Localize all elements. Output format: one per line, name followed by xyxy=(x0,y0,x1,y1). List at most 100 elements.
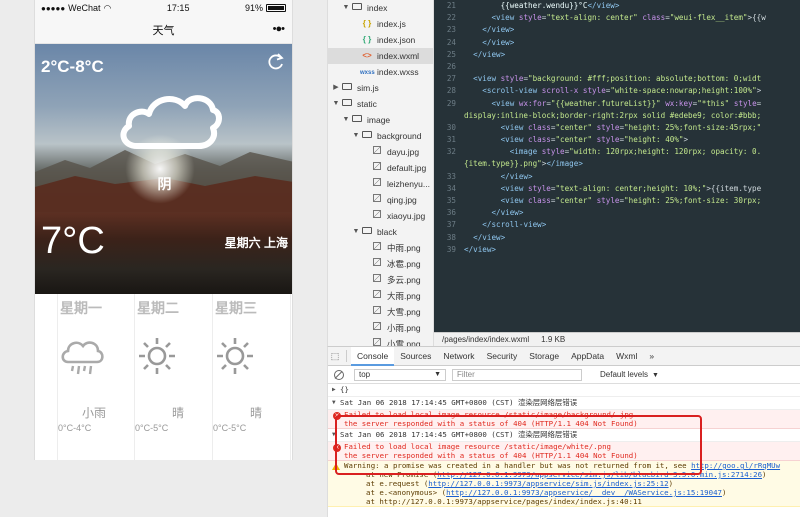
code-line: 37 </scroll-view> xyxy=(434,219,800,231)
file-tree-item[interactable]: qing.jpg xyxy=(328,192,433,208)
folder-icon xyxy=(340,80,354,96)
file-tree-item[interactable]: 小雨.png xyxy=(328,320,433,336)
line-number: 21 xyxy=(446,1,456,10)
code-text: <view class="center" style="height: 25%;… xyxy=(500,122,762,132)
rain-icon xyxy=(61,341,104,375)
forecast-day: 星期二 晴 0°C-5°C xyxy=(135,294,213,460)
more-menu-icon[interactable]: •●• xyxy=(273,23,285,35)
file-path: /pages/index/index.wxml xyxy=(442,335,530,344)
page-title: 天气 xyxy=(152,24,175,37)
tab-sources[interactable]: Sources xyxy=(394,347,437,366)
stack-frame: at e.<anonymous> ( xyxy=(366,488,447,497)
code-line: 28 <scroll-view scroll-x style="white-sp… xyxy=(434,85,800,97)
collapse-arrow-icon: ▼ xyxy=(332,100,340,107)
levels-select[interactable]: Default levels ▼ xyxy=(600,370,659,379)
file-tree-item[interactable]: 中雨.png xyxy=(328,240,433,256)
stack-link[interactable]: http://127.0.0.1:9973/appservice/sim.js/… xyxy=(428,479,668,488)
stack-frame-end: ) xyxy=(721,488,727,497)
code-line: 26 xyxy=(434,61,800,73)
forecast-type: 小雨 xyxy=(81,406,106,420)
forecast-day: 星期一 小雨 0°C-4°C xyxy=(57,294,135,460)
code-line: 38 </view> xyxy=(434,232,800,244)
code-line: 39 </view> xyxy=(434,244,800,256)
code-line: 23 </view> xyxy=(434,24,800,36)
tab-console[interactable]: Console xyxy=(351,347,395,366)
code-text: </view> xyxy=(464,244,497,254)
console-group-label: Sat Jan 06 2018 17:14:45 GMT+0800 (CST) … xyxy=(340,430,578,439)
stack-link[interactable]: http://127.0.0.1:9973/appservice/sim.js/… xyxy=(437,470,762,479)
console-object-row[interactable]: ▶ {} xyxy=(328,384,800,397)
file-tree-item[interactable]: <> index.wxml xyxy=(328,48,433,64)
tab-storage[interactable]: Storage xyxy=(523,347,565,366)
file-tree-item[interactable]: wxss index.wxss xyxy=(328,64,433,80)
file-tree-label: index.js xyxy=(377,19,406,29)
collapse-arrow-icon: ▼ xyxy=(342,4,350,11)
image-file-icon xyxy=(370,192,384,208)
console-group[interactable]: ▼ Sat Jan 06 2018 17:14:45 GMT+0800 (CST)… xyxy=(328,397,800,410)
code-line: 25 </view> xyxy=(434,49,800,61)
file-tree-item[interactable]: ▼ index xyxy=(328,0,433,16)
warning-link[interactable]: http://goo.gl/rRqMUw xyxy=(691,461,780,470)
code-text: <view style="background: #fff;position: … xyxy=(473,74,762,84)
console-log: ▶ {} ▼ Sat Jan 06 2018 17:14:45 GMT+0800 (… xyxy=(328,384,800,507)
wifi-icon: ◠ xyxy=(103,2,112,13)
file-tree-item[interactable]: default.jpg xyxy=(328,160,433,176)
file-tree-item[interactable]: ▼ background xyxy=(328,128,433,144)
file-tree-item[interactable]: ▼ static xyxy=(328,96,433,112)
forecast-weekday: 星期二 xyxy=(137,300,179,316)
cloudy-icon xyxy=(120,95,222,149)
code-editor[interactable]: 21 {{weather.wendu}}°C</view> 22 <view st… xyxy=(434,0,800,332)
file-tree-item[interactable]: 小雪.png xyxy=(328,336,433,346)
console-group[interactable]: ▼ Sat Jan 06 2018 17:14:45 GMT+0800 (CST)… xyxy=(328,429,800,442)
stack-link[interactable]: http://127.0.0.1:9973/appservice/__dev__… xyxy=(446,488,722,497)
file-tree-label: 多云.png xyxy=(387,275,421,285)
status-time: 17:15 xyxy=(166,3,190,13)
current-temp: 7°C xyxy=(41,220,105,262)
file-tree-item[interactable]: ▼ image xyxy=(328,112,433,128)
file-tree-label: 大雨.png xyxy=(387,291,421,301)
tab-wxml[interactable]: Wxml xyxy=(610,347,643,366)
file-tree-item[interactable]: 大雨.png xyxy=(328,288,433,304)
file-tree-label: black xyxy=(377,227,397,237)
inspect-icon[interactable]: ⬚ xyxy=(328,351,342,362)
code-text: <view class="center" style="height: 40%"… xyxy=(500,135,689,145)
tab-security[interactable]: Security xyxy=(481,347,524,366)
filter-input[interactable]: Filter xyxy=(452,368,582,381)
error-detail: the server responded with a status of 40… xyxy=(344,419,638,428)
context-select[interactable]: top ▼ xyxy=(354,368,446,381)
file-tree-item[interactable]: 大雪.png xyxy=(328,304,433,320)
file-tree-item[interactable]: 冰雹.png xyxy=(328,256,433,272)
image-file-icon xyxy=(370,304,384,320)
line-number: 22 xyxy=(446,13,456,23)
file-tree-item[interactable]: xiaoyu.jpg xyxy=(328,208,433,224)
line-number: 36 xyxy=(446,208,456,218)
tab-network[interactable]: Network xyxy=(437,347,480,366)
refresh-icon[interactable] xyxy=(266,52,286,72)
forecast-type: 晴 xyxy=(171,406,184,420)
more-tabs-button[interactable]: » xyxy=(643,347,660,366)
clear-console-icon[interactable] xyxy=(334,369,344,380)
code-text: </scroll-view> xyxy=(482,220,547,230)
wxss-file-icon: wxss xyxy=(360,69,375,76)
image-file-icon xyxy=(370,256,384,272)
tab-appdata[interactable]: AppData xyxy=(565,347,610,366)
code-line: 35 <view class="center" style="height: 2… xyxy=(434,195,800,207)
file-tree-item[interactable]: 多云.png xyxy=(328,272,433,288)
file-tree-item[interactable]: { } index.json xyxy=(328,32,433,48)
file-tree-item[interactable]: ▼ black xyxy=(328,224,433,240)
line-number: 30 xyxy=(446,122,456,132)
file-tree-item[interactable]: ▶ sim.js xyxy=(328,80,433,96)
file-tree-item[interactable]: dayu.jpg xyxy=(328,144,433,160)
file-tree-item[interactable]: { } index.js xyxy=(328,16,433,32)
folder-icon xyxy=(340,96,354,112)
file-tree-label: xiaoyu.jpg xyxy=(387,211,426,221)
code-line: 31 <view class="center" style="height: 4… xyxy=(434,134,800,146)
file-tree-item[interactable]: leizhenyu... xyxy=(328,176,433,192)
chevron-down-icon: ▼ xyxy=(652,372,659,379)
code-text: </view> xyxy=(500,171,533,181)
console-warning: Warning: a promise was created in a hand… xyxy=(328,461,800,507)
console-group-label: Sat Jan 06 2018 17:14:45 GMT+0800 (CST) … xyxy=(340,398,578,407)
forecast-scroll[interactable]: 星期一 小雨 0°C-4°C 星期二 晴 0°C-5°C 星期三 晴 0°C-5… xyxy=(35,294,292,460)
file-tree-label: index.wxml xyxy=(377,51,420,61)
battery-percent: 91% xyxy=(244,3,263,13)
